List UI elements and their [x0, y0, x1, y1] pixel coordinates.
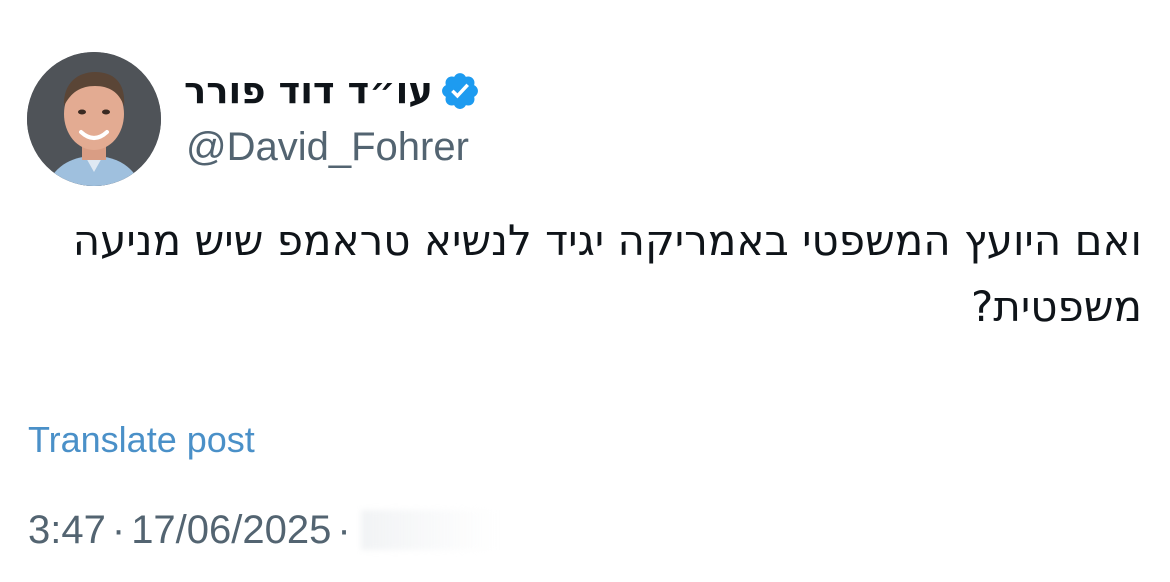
author-name-row[interactable]: עו״ד דוד פורר [184, 66, 481, 116]
avatar[interactable] [27, 52, 161, 186]
tweet: עו״ד דוד פורר @David_Fohrer ואם היועץ המ… [0, 0, 1170, 582]
redacted-views-count [360, 510, 531, 550]
avatar-photo [27, 52, 161, 186]
separator-dot: · [111, 508, 126, 552]
separator-dot: · [337, 508, 351, 552]
post-time[interactable]: 3:47 [28, 504, 106, 556]
author-handle[interactable]: @David_Fohrer [186, 122, 469, 172]
post-text: ואם היועץ המשפטי באמריקה יגיד לנשיא טראמ… [72, 216, 1142, 331]
post-date[interactable]: 17/06/2025 [131, 504, 331, 556]
translate-post-link[interactable]: Translate post [28, 416, 255, 464]
author-display-name[interactable]: עו״ד דוד פורר [184, 66, 433, 116]
verified-badge-icon [439, 70, 481, 112]
post-metadata: 3:47 · 17/06/2025 · [28, 504, 531, 556]
